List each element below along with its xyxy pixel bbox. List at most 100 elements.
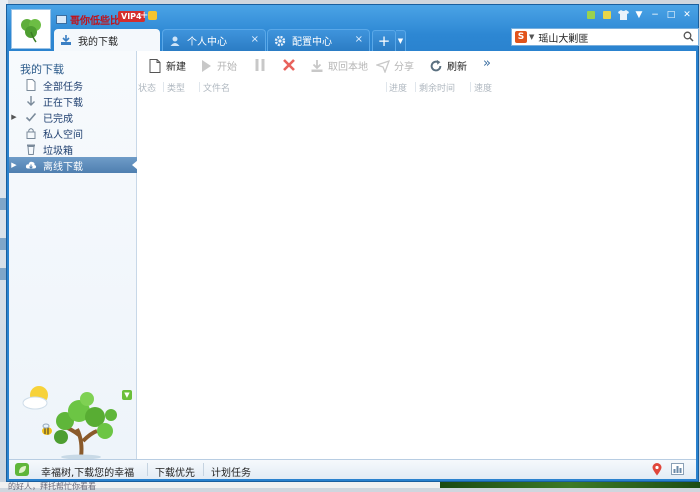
bee-icon (42, 423, 52, 435)
fetch-local-label: 取回本地 (328, 62, 368, 73)
tab-dropdown-button[interactable]: ▼ (396, 30, 406, 51)
start-label: 开始 (217, 62, 237, 73)
toolbar: 新建 开始 取回本地 分享 刷新 » (137, 51, 696, 81)
search-engine-logo[interactable]: S (515, 31, 527, 43)
person-icon (169, 35, 181, 47)
expand-arrow-icon[interactable]: ▶ (9, 113, 19, 121)
sidebar-item-label: 离线下载 (43, 161, 83, 173)
collapse-tree-button[interactable]: ▼ (122, 390, 132, 400)
username-link[interactable]: 哥你低些比 (56, 12, 120, 27)
search-box: S ▼ (511, 28, 699, 46)
location-pin-icon[interactable] (652, 463, 662, 479)
gear-icon (274, 35, 286, 47)
username-text: 哥你低些比 (70, 16, 120, 27)
new-label: 新建 (166, 62, 186, 73)
clover-icon (21, 19, 41, 43)
pause-button[interactable] (253, 58, 271, 72)
column-divider (386, 82, 387, 92)
column-divider (199, 82, 200, 92)
desktop-wallpaper-fragment (440, 482, 700, 488)
medal-icon[interactable] (148, 11, 157, 20)
tab-my-downloads[interactable]: 我的下载 (54, 29, 160, 51)
tab-personal-center[interactable]: 个人中心 × (162, 29, 266, 51)
close-icon[interactable]: ✕ (680, 8, 694, 21)
mail-icon[interactable] (56, 15, 67, 24)
user-avatar[interactable] (11, 9, 51, 49)
download-icon (60, 34, 72, 46)
sidebar-item-offline-download[interactable]: ▶ 离线下载 (9, 157, 138, 173)
trash-icon (25, 143, 37, 155)
column-remaining-time[interactable]: 剩余时间 (419, 81, 455, 94)
column-type[interactable]: 类型 (167, 81, 185, 94)
refresh-label: 刷新 (447, 62, 467, 73)
start-button[interactable]: 开始 (199, 58, 237, 73)
sidebar-item-downloading[interactable]: 正在下载 (9, 93, 137, 109)
sidebar-item-label: 正在下载 (43, 97, 83, 109)
column-divider (415, 82, 416, 92)
tab-label: 个人中心 (187, 37, 227, 48)
sidebar-item-label: 全部任务 (43, 81, 83, 93)
speed-chart-icon[interactable] (671, 463, 684, 475)
share-icon (376, 59, 390, 73)
background-text-fragment: 的好人，拜托帮忙你看看 (8, 482, 96, 491)
more-button[interactable]: » (483, 56, 491, 71)
column-divider (470, 82, 471, 92)
shirt-icon[interactable] (616, 8, 630, 21)
search-icon[interactable] (683, 31, 694, 45)
column-status[interactable]: 状态 (138, 81, 156, 94)
column-progress[interactable]: 进度 (389, 81, 407, 94)
tree-icon (54, 392, 117, 460)
chevron-down-icon[interactable]: ▼ (529, 33, 534, 41)
selection-notch (132, 160, 138, 170)
sidebar-item-label: 垃圾箱 (43, 145, 73, 157)
sidebar-item-label: 已完成 (43, 113, 73, 125)
skin-icon[interactable] (584, 8, 598, 21)
column-speed[interactable]: 速度 (474, 81, 492, 94)
expand-arrow-icon[interactable]: ▶ (9, 161, 19, 169)
check-icon (25, 111, 37, 123)
refresh-button[interactable]: 刷新 (429, 58, 467, 73)
search-input[interactable] (538, 31, 669, 43)
sidebar-item-private-space[interactable]: 私人空间 (9, 125, 137, 141)
delete-button[interactable] (282, 58, 300, 72)
status-divider (203, 463, 204, 476)
sidebar-item-trash[interactable]: 垃圾箱 (9, 141, 137, 157)
tab-config-center[interactable]: 配置中心 × (267, 29, 370, 51)
download-priority-button[interactable]: 下载优先 (155, 464, 195, 479)
tab-close-icon[interactable]: × (355, 34, 363, 45)
download-arrow-icon (310, 59, 324, 73)
minimize-icon[interactable]: − (648, 8, 662, 21)
column-filename[interactable]: 文件名 (203, 81, 230, 94)
new-file-icon (148, 58, 162, 73)
cloud-icon (25, 159, 37, 171)
main-content: 我的下载 全部任务 正在下载 ▶ 已完成 私人空间 垃圾箱 ▶ 离线下载 ▼ 新… (9, 51, 696, 460)
menu-icon[interactable]: ▼ (632, 8, 646, 21)
desktop-background-bottom: 的好人，拜托帮忙你看看 (0, 482, 700, 491)
maximize-icon[interactable]: □ (664, 8, 678, 21)
new-button[interactable]: 新建 (148, 58, 186, 73)
status-divider (147, 463, 148, 476)
note-icon[interactable] (600, 8, 614, 21)
new-tab-button[interactable]: + (372, 30, 396, 51)
refresh-icon (429, 59, 443, 73)
document-icon (25, 79, 37, 91)
lock-icon (25, 127, 37, 139)
sun-cloud-icon (22, 386, 48, 410)
task-list-header: 状态 类型 文件名 进度 剩余时间 速度 (137, 81, 696, 94)
arrow-down-icon (25, 95, 37, 107)
share-button[interactable]: 分享 (376, 58, 414, 73)
sidebar-item-all-tasks[interactable]: 全部任务 (9, 77, 137, 93)
window-controls: ▼ − □ ✕ (584, 8, 694, 21)
delete-x-icon (282, 58, 296, 72)
fetch-local-button[interactable]: 取回本地 (310, 58, 368, 73)
column-divider (163, 82, 164, 92)
slogan-link[interactable]: 幸福树,下载您的幸福 (41, 464, 134, 479)
tab-close-icon[interactable]: × (251, 34, 259, 45)
sidebar-heading: 我的下载 (20, 63, 64, 76)
leaf-icon[interactable] (15, 463, 29, 476)
sidebar-item-completed[interactable]: ▶ 已完成 (9, 109, 137, 125)
share-label: 分享 (394, 62, 414, 73)
scheduled-tasks-button[interactable]: 计划任务 (211, 464, 251, 479)
play-icon (199, 59, 213, 73)
happiness-tree-illustration (17, 381, 133, 460)
